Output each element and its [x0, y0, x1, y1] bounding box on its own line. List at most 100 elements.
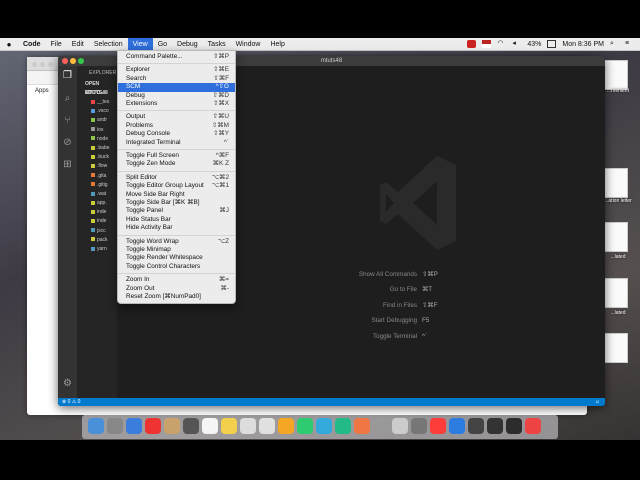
trash-icon[interactable]: [525, 418, 541, 434]
contacts-icon[interactable]: [183, 418, 199, 434]
recording-icon[interactable]: [467, 40, 477, 48]
file-tree-item[interactable]: inde: [77, 217, 117, 226]
file-tree-item[interactable]: ios: [77, 126, 117, 135]
stickies-icon[interactable]: [221, 418, 237, 434]
search-icon[interactable]: ⌕: [610, 40, 619, 48]
menu-item-hide-activity-bar[interactable]: Hide Activity Bar: [118, 224, 235, 233]
source-control-icon[interactable]: ⑂: [62, 115, 73, 126]
calendar-icon[interactable]: [202, 418, 218, 434]
file-tree-item[interactable]: app.: [77, 199, 117, 208]
menu-item-debug-console[interactable]: Debug Console ⇧⌘Y: [118, 130, 235, 139]
menu-item-split-editor[interactable]: Split Editor ⌥⌘2: [118, 174, 235, 183]
menu-item-extensions[interactable]: Extensions ⇧⌘X: [118, 100, 235, 109]
keynote-icon[interactable]: [354, 418, 370, 434]
file-tree-item[interactable]: node: [77, 135, 117, 144]
menu-item-toggle-panel[interactable]: Toggle Panel ⌘J: [118, 207, 235, 216]
desktop-file-icon[interactable]: [604, 168, 628, 198]
menu-item-toggle-minimap[interactable]: Toggle Minimap: [118, 246, 235, 255]
file-tree-item[interactable]: .babe: [77, 144, 117, 153]
extensions-icon[interactable]: ⊞: [62, 159, 73, 170]
file-tree-item[interactable]: yarn: [77, 245, 117, 254]
menu-item-toggle-render-whitespace[interactable]: Toggle Render Whitespace: [118, 254, 235, 263]
close-dot[interactable]: [32, 62, 37, 67]
list-icon[interactable]: ≡: [625, 40, 634, 48]
menu-selection[interactable]: Selection: [89, 38, 128, 51]
numbers-icon[interactable]: [335, 418, 351, 434]
volume-icon[interactable]: ◂: [512, 40, 521, 48]
menu-item-toggle-control-characters[interactable]: Toggle Control Characters: [118, 263, 235, 272]
vscode-icon[interactable]: [506, 418, 522, 434]
desktop-file-icon[interactable]: [604, 222, 628, 252]
menu-edit[interactable]: Edit: [67, 38, 89, 51]
menu-item-toggle-editor-group-layout[interactable]: Toggle Editor Group Layout ⌥⌘1: [118, 182, 235, 191]
menu-item-search[interactable]: Search ⇧⌘F: [118, 75, 235, 84]
file-tree-item[interactable]: .buck: [77, 153, 117, 162]
finder-icon[interactable]: [88, 418, 104, 434]
menu-item-reset-zoom-numpad0[interactable]: Reset Zoom [⌘NumPad0]: [118, 293, 235, 302]
file-tree-item[interactable]: __tes: [77, 98, 117, 107]
reminders-icon[interactable]: [240, 418, 256, 434]
flag-icon[interactable]: [482, 40, 492, 48]
file-tree-item[interactable]: pack: [77, 236, 117, 245]
facetime-icon[interactable]: [297, 418, 313, 434]
menu-item-toggle-zen-mode[interactable]: Toggle Zen Mode ⌘K Z: [118, 160, 235, 169]
menu-item-move-side-bar-right[interactable]: Move Side Bar Right: [118, 191, 235, 200]
menu-help[interactable]: Help: [265, 38, 289, 51]
maps-icon[interactable]: [316, 418, 332, 434]
apple-icon[interactable]: ●: [0, 40, 18, 49]
opera-icon[interactable]: [145, 418, 161, 434]
menu-item-output[interactable]: Output ⇧⌘U: [118, 113, 235, 122]
battery-percent[interactable]: 43%: [527, 41, 541, 48]
file-tree-item[interactable]: inde: [77, 208, 117, 217]
problems-status[interactable]: ⊗ 0 ⚠ 0: [62, 399, 80, 405]
menu-go[interactable]: Go: [153, 38, 172, 51]
menu-window[interactable]: Window: [231, 38, 266, 51]
menu-item-scm[interactable]: SCM ^⇧G: [118, 83, 235, 92]
project-section[interactable]: MTUTS48: [77, 89, 117, 98]
file-tree-item[interactable]: jscc: [77, 227, 117, 236]
file-tree-item[interactable]: .wat: [77, 190, 117, 199]
menu-item-problems[interactable]: Problems ⇧⌘M: [118, 122, 235, 131]
obs-icon[interactable]: [468, 418, 484, 434]
system-prefs-icon[interactable]: [430, 418, 446, 434]
menu-tasks[interactable]: Tasks: [203, 38, 231, 51]
app-store-icon[interactable]: [411, 418, 427, 434]
feedback-smiley-icon[interactable]: ☺: [595, 398, 600, 406]
menu-item-integrated-terminal[interactable]: Integrated Terminal ^`: [118, 139, 235, 148]
search-icon[interactable]: ⌕: [62, 93, 73, 104]
terminal-icon[interactable]: [449, 418, 465, 434]
menu-file[interactable]: File: [46, 38, 67, 51]
menu-item-toggle-side-bar-k-b[interactable]: Toggle Side Bar [⌘K ⌘B]: [118, 199, 235, 208]
file-tree-item[interactable]: .vsco: [77, 107, 117, 116]
maximize-button[interactable]: [78, 58, 84, 64]
desktop-file-icon[interactable]: [604, 333, 628, 363]
chrome-icon[interactable]: [487, 418, 503, 434]
file-tree-item[interactable]: .gitig: [77, 181, 117, 190]
menu-item-command-palette[interactable]: Command Palette... ⇧⌘P: [118, 53, 235, 62]
minimize-button[interactable]: [70, 58, 76, 64]
menu-item-debug[interactable]: Debug ⇧⌘D: [118, 92, 235, 101]
file-tree-item[interactable]: .gita: [77, 172, 117, 181]
menu-view[interactable]: View: [127, 37, 153, 51]
menu-item-toggle-full-screen[interactable]: Toggle Full Screen ^⌘F: [118, 152, 235, 161]
menu-item-hide-status-bar[interactable]: Hide Status Bar: [118, 216, 235, 225]
menu-item-zoom-out[interactable]: Zoom Out ⌘-: [118, 285, 235, 294]
safari-icon[interactable]: [126, 418, 142, 434]
minimize-dot[interactable]: [40, 62, 45, 67]
menu-item-toggle-word-wrap[interactable]: Toggle Word Wrap ⌥Z: [118, 238, 235, 247]
settings-gear-icon[interactable]: ⚙: [62, 378, 73, 389]
itunes-icon[interactable]: [373, 418, 389, 434]
open-editors-section[interactable]: OPEN EDITO...: [77, 80, 117, 96]
apps-bookmark[interactable]: Apps: [35, 88, 49, 94]
photos-icon[interactable]: [259, 418, 275, 434]
notes-icon[interactable]: [164, 418, 180, 434]
app-menu-code[interactable]: Code: [18, 38, 46, 51]
menu-debug[interactable]: Debug: [172, 38, 203, 51]
books-icon[interactable]: [392, 418, 408, 434]
desktop-file-icon[interactable]: [604, 60, 628, 90]
desktop-file-icon[interactable]: [604, 278, 628, 308]
messages-icon[interactable]: [278, 418, 294, 434]
menu-item-zoom-in[interactable]: Zoom In ⌘=: [118, 276, 235, 285]
debug-icon[interactable]: ⊘: [62, 137, 73, 148]
clock[interactable]: Mon 8:36 PM: [562, 41, 604, 48]
